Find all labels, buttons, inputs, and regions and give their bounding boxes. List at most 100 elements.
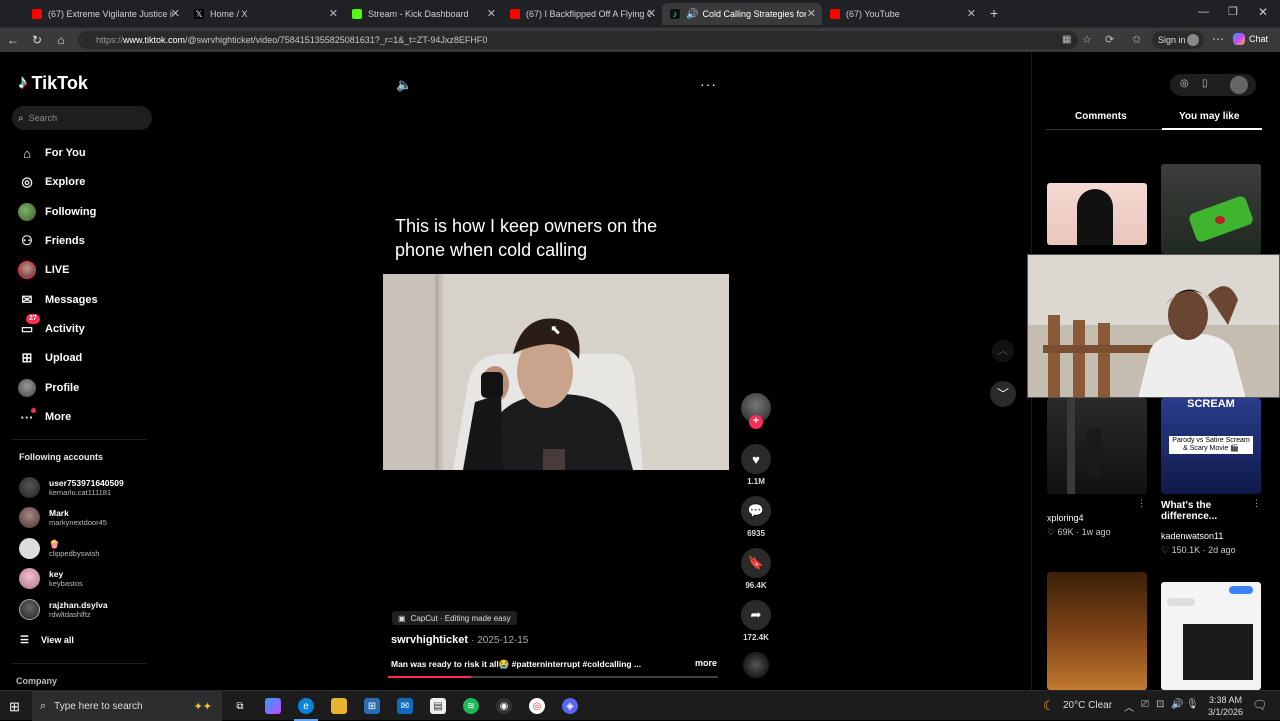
task-view-icon[interactable]: ⧉ xyxy=(232,698,248,714)
clock[interactable]: 3:38 AM 3/1/2026 xyxy=(1208,694,1243,718)
video-player[interactable] xyxy=(383,274,729,470)
like-button[interactable]: ♥ 1.1M xyxy=(741,444,771,486)
sign-in-button[interactable]: Sign in xyxy=(1152,31,1204,49)
nav-activity[interactable]: ▭ 27 Activity xyxy=(18,314,85,340)
following-account[interactable]: rajzhan.dsylva rdwltdashlftz xyxy=(19,597,108,621)
tiktok-logo[interactable]: ♪ TikTok xyxy=(18,72,88,94)
view-all-button[interactable]: ☰ View all xyxy=(20,629,74,651)
app-icon[interactable]: ◈ xyxy=(562,698,578,714)
tray-chevron-icon[interactable]: ︿ xyxy=(1124,699,1134,714)
browser-tab[interactable]: Stream - Kick Dashboard ✕ xyxy=(344,3,502,25)
following-account[interactable]: user753971640509 kemarlu.cat111181 xyxy=(19,475,124,499)
new-tab-icon[interactable]: + xyxy=(990,5,998,21)
extensions-icon[interactable]: ⟳ xyxy=(1105,33,1114,46)
recommended-thumbnail[interactable] xyxy=(1047,572,1147,690)
recommended-thumbnail[interactable] xyxy=(1161,582,1261,690)
item-menu-icon[interactable]: ⋮ xyxy=(1252,498,1261,509)
close-tab-icon[interactable]: ✕ xyxy=(647,7,656,20)
recommended-thumbnail[interactable] xyxy=(1047,398,1147,494)
previous-video-button[interactable]: ︿ xyxy=(992,340,1014,362)
windows-start-icon[interactable]: ⊞ xyxy=(9,699,20,715)
menu-dots-icon[interactable]: ⋯ xyxy=(1212,32,1224,46)
spotify-icon[interactable]: ≋ xyxy=(463,698,479,714)
home-icon[interactable]: ⌂ xyxy=(54,33,68,47)
capcut-anchor[interactable]: ▣ CapCut · Editing made easy xyxy=(392,611,517,625)
item-menu-icon[interactable]: ⋮ xyxy=(1137,498,1146,509)
share-button[interactable]: ➦ 172.4K xyxy=(741,600,771,642)
nav-messages[interactable]: ✉ Messages xyxy=(18,289,98,311)
nav-profile[interactable]: Profile xyxy=(18,377,79,399)
save-button[interactable]: 🔖 96.4K xyxy=(741,548,771,590)
copilot-icon[interactable] xyxy=(265,698,281,714)
volume-icon[interactable]: 🔈 xyxy=(396,77,412,93)
notepad-icon[interactable]: ▤ xyxy=(430,698,446,714)
video-progress-bar[interactable] xyxy=(388,676,718,678)
nav-upload[interactable]: ⊞ Upload xyxy=(18,347,83,369)
maximize-icon[interactable]: ❐ xyxy=(1228,5,1238,18)
notifications-icon[interactable]: 🗨 xyxy=(1252,698,1267,712)
nav-following[interactable]: Following xyxy=(18,201,96,223)
back-icon[interactable]: ← xyxy=(6,33,20,47)
browser-tab[interactable]: 𝕏 Home / X ✕ xyxy=(186,3,344,25)
close-tab-icon[interactable]: ✕ xyxy=(487,7,496,20)
minimize-icon[interactable]: — xyxy=(1198,6,1209,18)
profile-icon[interactable] xyxy=(1230,76,1248,94)
recommended-thumbnail[interactable] xyxy=(1161,164,1261,254)
mail-icon[interactable]: ✉ xyxy=(397,698,413,714)
chrome-icon[interactable]: ◎ xyxy=(529,698,545,714)
search-input[interactable]: ⌕ Search xyxy=(12,106,152,130)
favorites-icon[interactable]: ✩ xyxy=(1132,33,1141,46)
browser-tab-active[interactable]: ♪ 🔊 Cold Calling Strategies for Sal ✕ xyxy=(662,3,822,25)
url-field[interactable]: https://www.tiktok.com/@swrvhighticket/v… xyxy=(78,31,1078,49)
tab-comments[interactable]: Comments xyxy=(1075,111,1127,122)
item-title[interactable]: What's the difference... xyxy=(1161,500,1251,522)
weather-text[interactable]: 20°C Clear xyxy=(1063,700,1112,711)
browser-tab[interactable]: (67) YouTube ✕ xyxy=(822,3,982,25)
close-tab-icon[interactable]: ✕ xyxy=(171,7,180,20)
split-screen-icon[interactable]: ▦ xyxy=(1062,34,1071,45)
network-icon[interactable]: ⊡ xyxy=(1156,699,1164,710)
creator-username[interactable]: swrvhighticket · 2025-12-15 xyxy=(391,634,528,646)
edge-icon[interactable]: e xyxy=(298,698,314,714)
following-account[interactable]: 🍿 clippedbyswish xyxy=(19,536,99,560)
compass-icon[interactable]: ◎ xyxy=(1180,78,1189,89)
close-tab-icon[interactable]: ✕ xyxy=(967,7,976,20)
nav-friends[interactable]: ⚇ Friends xyxy=(18,230,85,252)
file-explorer-icon[interactable] xyxy=(331,698,347,714)
following-account[interactable]: Mark markynextdoor45 xyxy=(19,505,107,529)
nav-more[interactable]: ··· More xyxy=(18,406,71,428)
follow-plus-icon[interactable]: + xyxy=(749,415,763,429)
item-author[interactable]: xploring4 xyxy=(1047,513,1084,523)
recommended-thumbnail[interactable]: SCREAM Parody vs Satire Scream & Scary M… xyxy=(1161,398,1261,494)
copilot-chat-button[interactable]: Chat xyxy=(1233,33,1268,45)
phone-icon[interactable]: ▯ xyxy=(1202,78,1208,89)
speaker-icon[interactable]: 🔊 xyxy=(686,9,698,20)
sound-disc-button[interactable] xyxy=(741,652,771,678)
item-author[interactable]: kadenwatson11 xyxy=(1161,531,1223,541)
microphone-icon[interactable]: 🎙 xyxy=(1186,699,1199,710)
obs-icon[interactable]: ◉ xyxy=(496,698,512,714)
favorite-star-icon[interactable]: ☆ xyxy=(1082,33,1092,46)
close-window-icon[interactable]: ✕ xyxy=(1258,5,1268,19)
speaker-icon[interactable]: 🔊 xyxy=(1171,699,1183,710)
next-video-button[interactable]: ﹀ xyxy=(990,381,1016,407)
nav-explore[interactable]: ◎ Explore xyxy=(18,171,85,193)
comment-button[interactable]: 💬 6935 xyxy=(741,496,771,538)
nav-live[interactable]: LIVE xyxy=(18,259,69,281)
browser-tab[interactable]: (67) Extreme Vigilante Justice in H ✕ xyxy=(24,3,186,25)
refresh-icon[interactable]: ↻ xyxy=(30,33,44,47)
store-icon[interactable]: ⊞ xyxy=(364,698,380,714)
close-tab-icon[interactable]: ✕ xyxy=(329,7,338,20)
following-account[interactable]: key keybastos xyxy=(19,566,83,590)
taskbar-search-input[interactable]: ⌕ Type here to search ✦✦ xyxy=(32,691,222,721)
tab-you-may-like[interactable]: You may like xyxy=(1179,111,1239,122)
close-tab-icon[interactable]: ✕ xyxy=(807,7,816,20)
more-button[interactable]: more xyxy=(695,658,717,668)
creator-avatar-button[interactable]: + xyxy=(741,393,771,429)
recommended-thumbnail[interactable] xyxy=(1047,183,1147,245)
company-link[interactable]: Company xyxy=(16,676,57,686)
browser-tab[interactable]: (67) I Backflipped Off A Flying Car ✕ xyxy=(502,3,662,25)
more-options-icon[interactable]: ··· xyxy=(700,76,717,92)
nav-for-you[interactable]: ⌂ For You xyxy=(18,142,85,164)
tray-app-icon[interactable]: ⎚ xyxy=(1141,699,1149,710)
